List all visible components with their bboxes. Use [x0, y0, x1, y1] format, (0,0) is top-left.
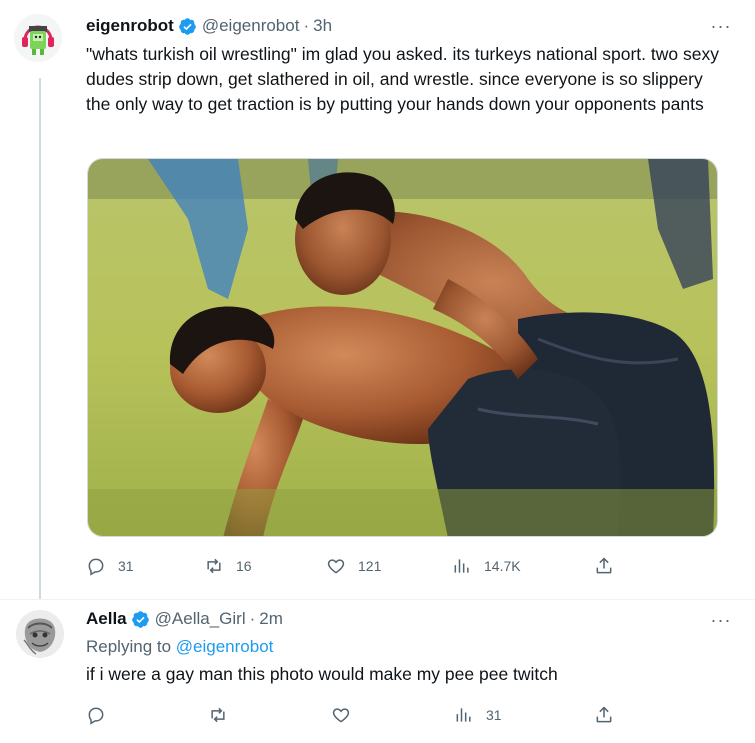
share-button[interactable] — [594, 704, 614, 726]
reply-icon — [88, 707, 104, 725]
reply-button[interactable] — [86, 704, 106, 726]
replying-to: Replying to @eigenrobot — [86, 637, 273, 657]
tweet-actions: 31 16 121 14.7K — [86, 555, 626, 577]
reply-icon — [88, 558, 104, 576]
heart-icon — [332, 708, 350, 723]
retweet-icon — [207, 558, 221, 574]
heart-icon — [327, 559, 345, 574]
more-options-icon[interactable]: ··· — [709, 610, 733, 630]
avatar-eigenrobot[interactable] — [14, 14, 62, 62]
views-button[interactable]: 31 — [454, 704, 502, 726]
reply-author-handle[interactable]: @Aella_Girl — [155, 609, 246, 629]
reply-actions: 31 — [86, 704, 626, 726]
tweet-reply[interactable]: Aella @Aella_Girl · 2m ··· Replying to @… — [0, 600, 755, 743]
tweet-photo[interactable] — [87, 158, 718, 537]
retweet-count: 16 — [236, 558, 252, 574]
like-count: 121 — [358, 558, 382, 574]
share-icon — [596, 706, 612, 723]
share-icon — [596, 557, 612, 574]
author-name[interactable]: eigenrobot — [86, 16, 174, 36]
view-count: 14.7K — [484, 558, 521, 574]
reply-timestamp[interactable]: 2m — [259, 609, 283, 629]
tweet-timestamp[interactable]: 3h — [313, 16, 332, 36]
verified-badge-icon — [179, 17, 196, 35]
separator-dot: · — [303, 16, 310, 35]
like-button[interactable] — [331, 704, 351, 726]
replying-to-label: Replying to — [86, 637, 176, 656]
share-button[interactable] — [594, 555, 614, 577]
retweet-button[interactable] — [208, 704, 228, 726]
reply-text: if i were a gay man this photo would mak… — [86, 664, 558, 684]
replying-to-mention[interactable]: @eigenrobot — [176, 637, 274, 656]
analytics-icon — [456, 708, 471, 722]
avatar-aella[interactable] — [16, 610, 64, 658]
view-count: 31 — [486, 707, 502, 723]
tweet-main[interactable]: eigenrobot @eigenrobot · 3h ··· "whats t… — [0, 0, 755, 600]
wrestlers-photo-icon — [88, 159, 717, 536]
like-button[interactable]: 121 — [326, 555, 381, 577]
analytics-icon — [454, 559, 469, 573]
verified-badge-icon — [131, 610, 149, 628]
views-button[interactable]: 14.7K — [452, 555, 521, 577]
reply-header: Aella @Aella_Girl · 2m — [86, 608, 283, 630]
reply-author-name[interactable]: Aella — [86, 609, 127, 629]
more-options-icon[interactable]: ··· — [709, 16, 733, 36]
separator-dot: · — [249, 609, 256, 628]
tweet-text: "whats turkish oil wrestling" im glad yo… — [86, 44, 719, 114]
reply-button[interactable]: 31 — [86, 555, 134, 577]
author-handle[interactable]: @eigenrobot — [202, 16, 300, 36]
retweet-button[interactable]: 16 — [204, 555, 252, 577]
tweet-header: eigenrobot @eigenrobot · 3h — [86, 15, 332, 37]
retweet-icon — [211, 707, 225, 723]
reply-count: 31 — [118, 558, 134, 574]
